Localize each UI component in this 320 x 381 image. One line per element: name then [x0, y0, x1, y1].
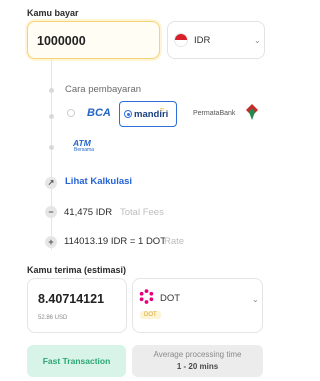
receive-amount-value: 8.40714121: [38, 292, 105, 306]
polkadot-icon: [139, 289, 154, 304]
chevron-down-icon: ⌄: [254, 36, 261, 45]
receive-currency-code: DOT: [160, 293, 181, 304]
radio-button[interactable]: [124, 110, 132, 118]
bank-option-bca[interactable]: BCA: [63, 101, 117, 127]
minus-icon: −: [45, 206, 57, 218]
atm-bersama-logo: ATM Bersama: [73, 138, 95, 153]
processing-time-label: Average processing time: [153, 350, 242, 359]
chevron-down-icon: ⌄: [252, 295, 259, 304]
rate-value: 114013.19 IDR = 1 DOT: [64, 236, 167, 247]
pay-currency-select[interactable]: IDR ⌄: [167, 21, 265, 59]
expand-icon[interactable]: ↗: [45, 177, 57, 189]
timeline-dot: [49, 114, 54, 119]
processing-time-box: Average processing time 1 - 20 mins: [132, 345, 263, 377]
network-badge: DOT: [140, 311, 161, 319]
plus-icon: +: [45, 236, 57, 248]
radio-button[interactable]: [67, 109, 75, 117]
mandiri-swoosh-icon: ≈: [160, 105, 165, 114]
indonesia-flag-icon: [174, 33, 188, 47]
receive-amount-field: 8.40714121 52.86 USD: [27, 278, 127, 333]
bca-logo: BCA: [87, 107, 111, 119]
rate-label: Rate: [164, 236, 185, 247]
pay-amount-value: 1000000: [37, 34, 86, 48]
bank-option-permata[interactable]: PermataBank: [183, 101, 265, 127]
view-calculation-link[interactable]: Lihat Kalkulasi: [65, 176, 132, 187]
bank-option-atm-bersama[interactable]: ATM Bersama: [63, 133, 117, 159]
pay-amount-input[interactable]: 1000000: [27, 21, 160, 59]
fast-transaction-button[interactable]: Fast Transaction: [27, 345, 126, 377]
timeline-dot: [49, 88, 54, 93]
receive-currency-select[interactable]: DOT DOT ⌄: [132, 278, 263, 333]
pay-label: Kamu bayar: [27, 8, 79, 18]
timeline-dot: [49, 145, 54, 150]
total-fees-label: Total Fees: [120, 207, 164, 218]
bank-option-mandiri[interactable]: mandiri ≈: [119, 101, 177, 127]
permata-logo-icon: [246, 104, 258, 120]
receive-amount-usd: 52.86 USD: [38, 315, 68, 321]
payment-method-label: Cara pembayaran: [65, 84, 142, 95]
receive-label: Kamu terima (estimasi): [27, 265, 127, 275]
pay-currency-code: IDR: [194, 35, 211, 46]
total-fees-value: 41,475 IDR: [64, 207, 113, 218]
processing-time-value: 1 - 20 mins: [176, 362, 219, 371]
permata-logo-text: PermataBank: [193, 110, 236, 117]
